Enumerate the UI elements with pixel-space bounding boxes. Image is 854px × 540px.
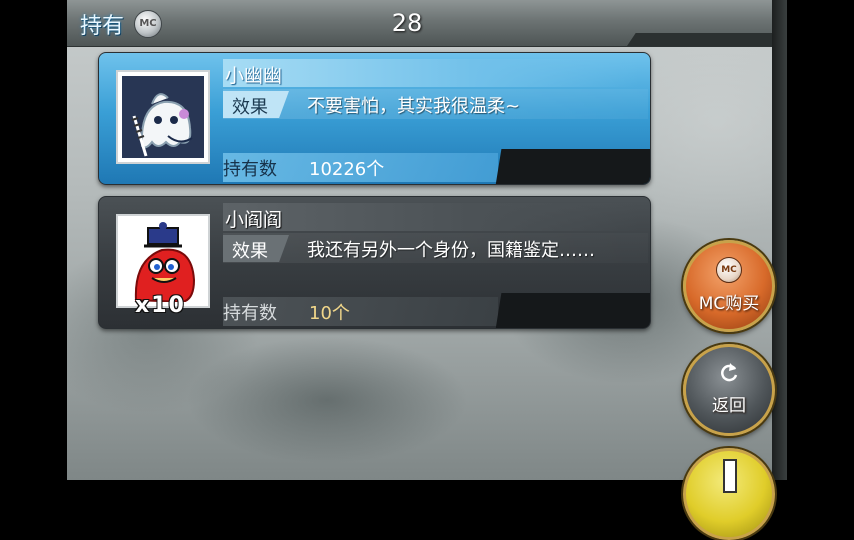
name-band (223, 203, 638, 231)
hold-value: 10226个 (309, 159, 385, 180)
name-band (223, 59, 638, 87)
effect-label: 效果 (232, 241, 268, 262)
devil-icon (122, 220, 204, 302)
card-corner (495, 293, 650, 328)
effect-label: 效果 (232, 97, 268, 118)
item-name: 小阎阎 (225, 209, 283, 231)
item-effect: 我还有另外一个身份，国籍鉴定…… (307, 240, 595, 261)
hold-label: 持有数 (223, 303, 277, 324)
owned-count: 28 (391, 9, 423, 37)
page-title: 持有 (80, 14, 125, 39)
card-corner (495, 149, 650, 184)
return-arrow-icon (721, 363, 738, 382)
back-button[interactable]: 返回 (683, 344, 775, 436)
mc-coin-icon: MC (134, 10, 162, 38)
next-button[interactable] (683, 448, 775, 540)
mc-buy-label: MC购买 (698, 294, 760, 314)
item-thumbnail (116, 70, 210, 164)
top-bar: 持有 MC 28 (67, 0, 772, 47)
back-label: 返回 (712, 396, 746, 416)
down-arrow-icon (723, 459, 737, 493)
hold-value: 10个 (309, 303, 350, 324)
item-name: 小幽幽 (225, 65, 283, 87)
right-edge-strip (772, 0, 787, 480)
item-card-xiaoyanyan[interactable]: x10 小阎阎 效果 我还有另外一个身份，国籍鉴定…… 持有数 10个 (98, 196, 651, 329)
ghost-icon (122, 76, 204, 158)
multiplier-badge: x10 (135, 293, 186, 318)
item-card-xiaoyouyou[interactable]: 小幽幽 效果 不要害怕，其实我很温柔~ 持有数 10226个 (98, 52, 651, 185)
mc-coin-icon: MC (716, 257, 742, 283)
hold-label: 持有数 (223, 159, 277, 180)
mc-buy-button[interactable]: MC MC购买 (683, 240, 775, 332)
top-bar-notch (627, 33, 772, 46)
item-effect: 不要害怕，其实我很温柔~ (307, 96, 521, 117)
